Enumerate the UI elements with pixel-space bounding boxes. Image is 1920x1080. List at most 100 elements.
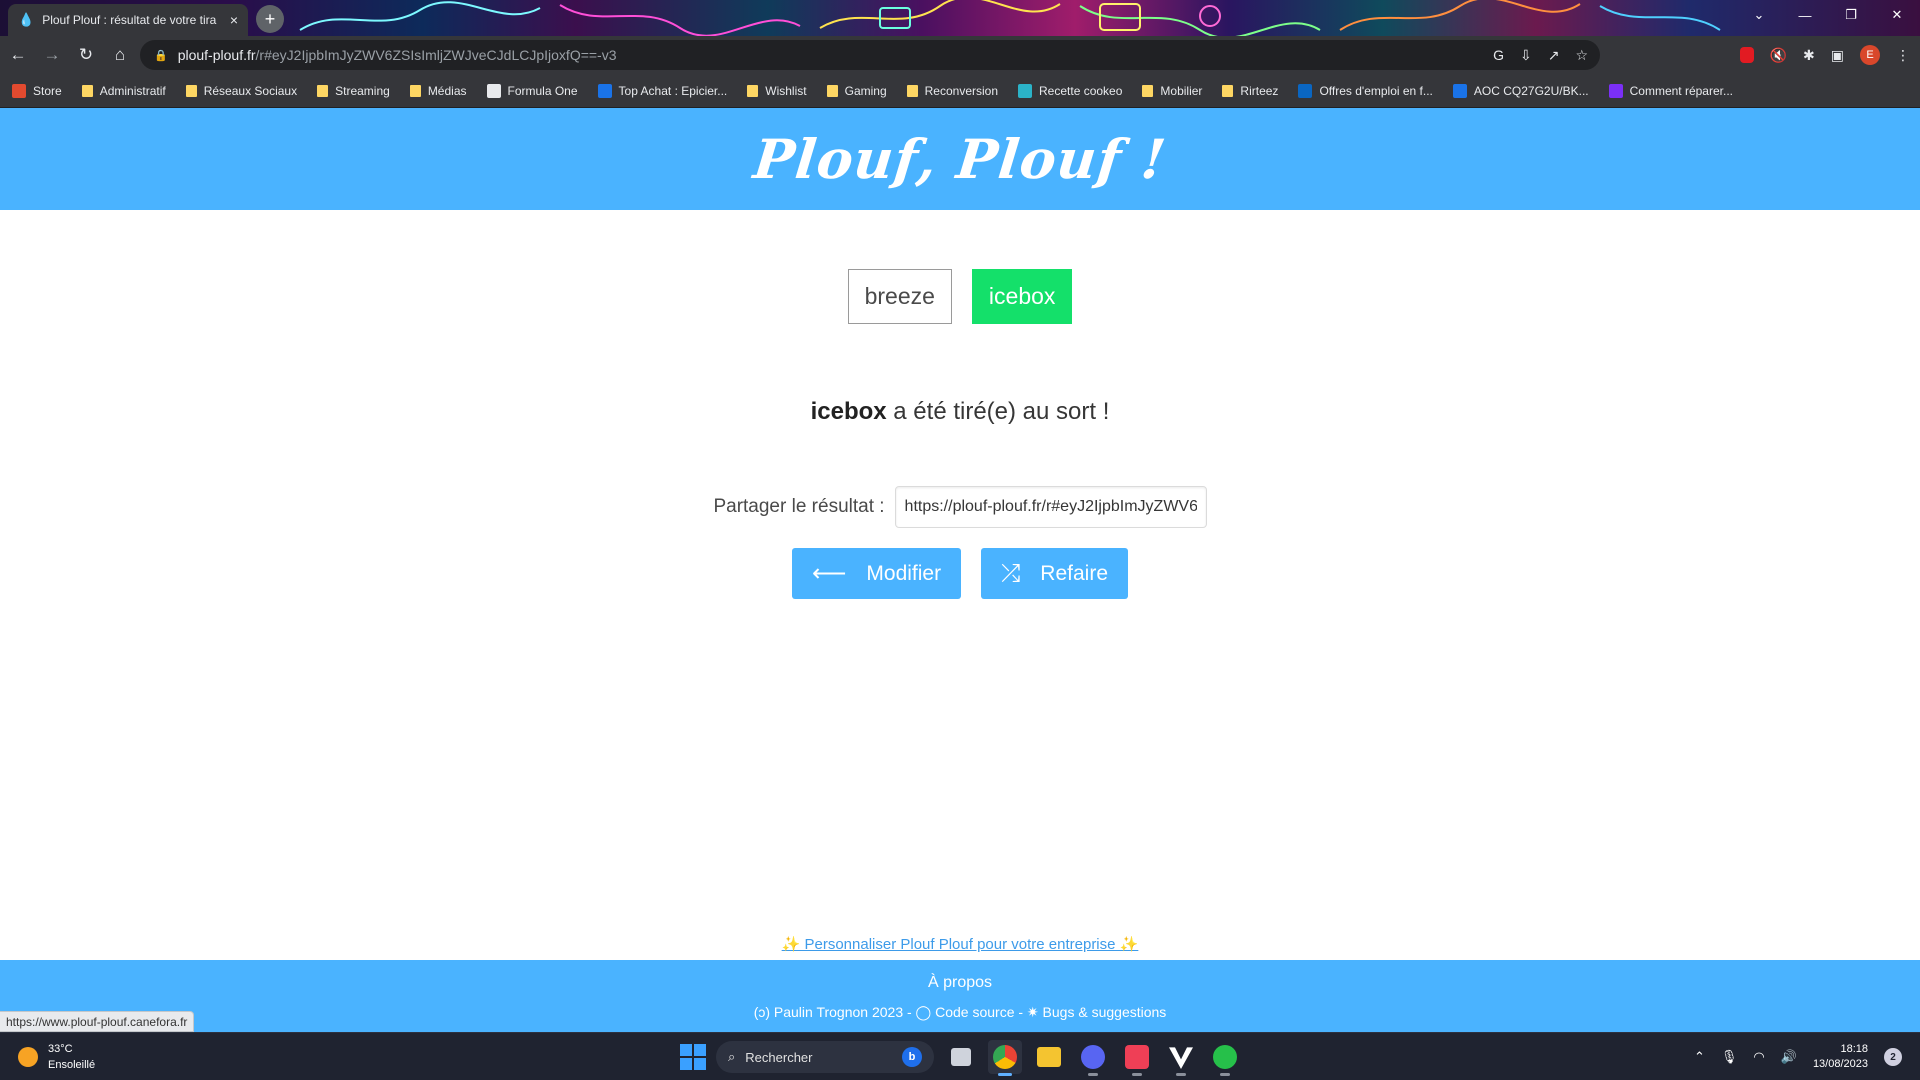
vivaldi-icon[interactable] (1164, 1040, 1198, 1076)
site-logo[interactable]: Plouf, Plouf ! (751, 127, 1170, 191)
bookmark-item[interactable]: Streaming (317, 84, 390, 98)
bookmark-label: Recette cookeo (1039, 83, 1123, 98)
bookmark-item[interactable]: Recette cookeo (1018, 83, 1123, 98)
bookmark-star-icon[interactable]: ☆ (1575, 47, 1588, 64)
tab-search-icon[interactable]: ⌄ (1736, 0, 1782, 30)
shuffle-icon: ⤮ (1001, 559, 1021, 587)
system-tray: ⌃ 🎙 ◠ 🔊 18:18 13/08/2023 2 (1694, 1039, 1902, 1075)
bookmark-item[interactable]: Wishlist (747, 83, 807, 98)
wifi-icon[interactable]: ◠ (1753, 1049, 1764, 1065)
bookmark-label: Wishlist (765, 83, 807, 98)
task-view-icon[interactable] (944, 1040, 978, 1074)
address-bar[interactable]: 🔒 plouf-plouf.fr /r#eyJ2IjpbImJyZWV6ZSIs… (140, 40, 1600, 70)
weather-widget[interactable]: 33°C Ensoleillé (18, 1041, 95, 1073)
mute-tab-icon[interactable]: 🔇 (1770, 47, 1787, 64)
bookmark-item[interactable]: Administratif (81, 84, 166, 98)
bookmark-item[interactable]: Reconversion (906, 84, 998, 98)
start-icon[interactable] (680, 1044, 706, 1070)
customize-link[interactable]: ✨ Personnaliser Plouf Plouf pour votre e… (782, 936, 1139, 953)
bookmark-item[interactable]: Rirteez (1222, 84, 1278, 98)
bookmark-item[interactable]: Mobilier (1142, 84, 1202, 98)
taskbar-search[interactable]: ⌕ Rechercher b (716, 1041, 934, 1073)
site-footer: À propos (ɔ) Paulin Trognon 2023 - ◯ Cod… (0, 960, 1920, 1032)
adblock-extension-icon[interactable] (1739, 47, 1754, 63)
bookmark-label: Mobilier (1160, 83, 1203, 98)
wallpaper-pattern (299, 0, 1721, 36)
actions-row: ⟵ Modifier ⤮ Refaire (0, 548, 1920, 599)
volume-icon[interactable]: 🔊 (1781, 1049, 1797, 1065)
install-app-icon[interactable]: ⇩ (1520, 47, 1532, 64)
bookmark-label: Comment réparer... (1629, 83, 1733, 98)
bookmark-label: Top Achat : Epicier... (618, 83, 728, 98)
back-icon[interactable]: ← (2, 39, 34, 71)
omnibox-actions: G ⇩ ↗ ☆ (1493, 40, 1588, 70)
footer-credits[interactable]: (ɔ) Paulin Trognon 2023 - ◯ Code source … (0, 1004, 1920, 1021)
minimize-icon[interactable]: — (1782, 0, 1828, 30)
folder-icon (826, 84, 838, 97)
xbox-icon[interactable] (1208, 1040, 1242, 1076)
folder-icon (1222, 84, 1234, 97)
windows-taskbar: 33°C Ensoleillé ⌕ Rechercher b ⌃ 🎙 ◠ 🔊 1… (0, 1032, 1920, 1080)
browser-tab-active[interactable]: 💧 Plouf Plouf : résultat de votre tira × (8, 4, 248, 36)
folder-icon (317, 84, 329, 97)
share-row: Partager le résultat : (0, 486, 1920, 528)
new-tab-button[interactable]: + (256, 5, 284, 33)
bookmark-item[interactable]: Formula One (486, 83, 578, 98)
search-placeholder: Rechercher (745, 1049, 813, 1065)
lock-icon[interactable]: 🔒 (154, 49, 168, 62)
choice-item: breeze (847, 269, 952, 324)
chevron-up-icon[interactable]: ⌃ (1694, 1049, 1705, 1065)
discord-icon[interactable] (1076, 1040, 1110, 1076)
topachat-icon (1452, 83, 1467, 98)
notification-badge[interactable]: 2 (1884, 1048, 1902, 1066)
winner-name: icebox (810, 398, 887, 425)
clock[interactable]: 18:18 13/08/2023 (1813, 1042, 1868, 1072)
bookmark-item[interactable]: AOC CQ27G2U/BK... (1452, 83, 1589, 98)
bookmarks-bar: Store Administratif Réseaux Sociaux Streami… (0, 74, 1920, 108)
folder-icon (906, 84, 918, 97)
bing-icon: b (902, 1047, 922, 1067)
extensions-puzzle-icon[interactable]: ✱ (1803, 47, 1815, 64)
folder-icon (81, 84, 93, 97)
droplet-icon: 💧 (18, 12, 35, 27)
taskbar-apps: ⌕ Rechercher b (680, 1038, 1242, 1076)
modify-button[interactable]: ⟵ Modifier (791, 548, 962, 599)
bookmark-label: Rirteez (1240, 83, 1279, 98)
cookeo-icon (1018, 83, 1033, 98)
home-icon[interactable]: ⌂ (104, 39, 136, 71)
status-bar-url: https://www.plouf-plouf.canefora.fr (0, 1011, 195, 1032)
reload-icon[interactable]: ↻ (70, 39, 102, 71)
bookmark-item[interactable]: Réseaux Sociaux (185, 84, 297, 98)
browser-toolbar: ← → ↻ ⌂ 🔒 plouf-plouf.fr /r#eyJ2IjpbImJy… (0, 36, 1920, 74)
bookmark-item[interactable]: Médias (409, 84, 467, 98)
share-icon[interactable]: ↗ (1548, 47, 1560, 64)
redo-button[interactable]: ⤮ Refaire (981, 548, 1128, 599)
menu-kebab-icon[interactable]: ⋮ (1896, 47, 1910, 64)
file-explorer-icon[interactable] (1032, 1040, 1066, 1074)
close-tab-icon[interactable]: × (230, 12, 238, 28)
share-label: Partager le résultat : (713, 496, 885, 517)
bookmark-item[interactable]: Store (12, 83, 62, 98)
folder-icon (747, 84, 759, 97)
profile-avatar[interactable]: E (1860, 45, 1880, 65)
topachat-icon (597, 83, 612, 98)
bookmark-item[interactable]: Comment réparer... (1608, 83, 1733, 98)
forward-icon[interactable]: → (36, 39, 68, 71)
temperature: 33°C (48, 1043, 73, 1055)
share-url-input[interactable] (894, 486, 1207, 528)
microphone-icon[interactable]: 🎙 (1721, 1049, 1738, 1065)
bookmark-label: Offres d'emploi en f... (1319, 83, 1433, 98)
redo-label: Refaire (1040, 561, 1108, 585)
bookmark-item[interactable]: Gaming (826, 84, 887, 98)
about-link[interactable]: À propos (0, 974, 1920, 992)
chrome-icon[interactable] (988, 1040, 1022, 1076)
bookmark-item[interactable]: Top Achat : Epicier... (597, 83, 728, 98)
arrow-left-icon: ⟵ (811, 560, 847, 587)
modify-label: Modifier (866, 561, 942, 585)
side-panel-icon[interactable]: ▣ (1831, 47, 1844, 64)
bookmark-item[interactable]: Offres d'emploi en f... (1298, 83, 1433, 98)
close-window-icon[interactable]: ✕ (1874, 0, 1920, 30)
google-lens-icon[interactable]: G (1493, 47, 1504, 63)
pocket-icon[interactable] (1120, 1040, 1154, 1076)
restore-icon[interactable]: ❐ (1828, 0, 1874, 30)
